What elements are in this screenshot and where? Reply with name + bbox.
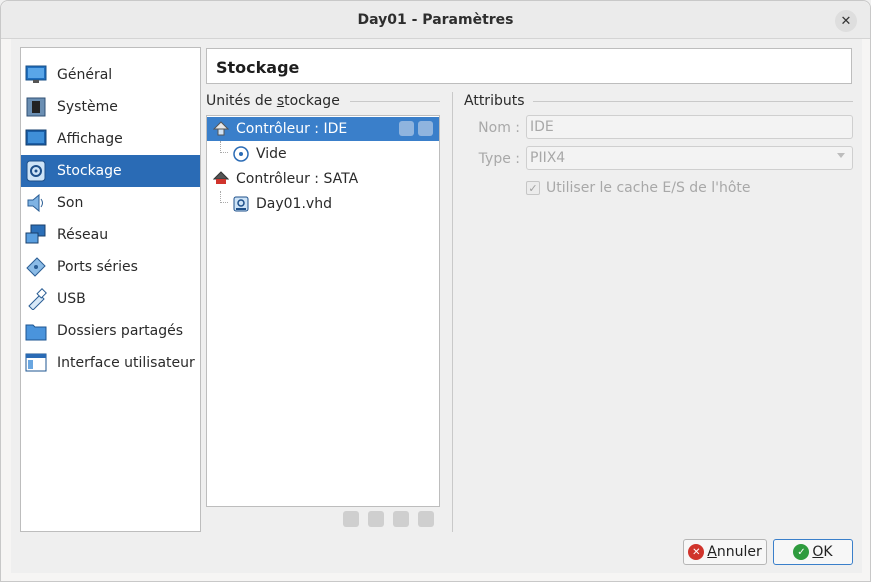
type-select[interactable]: PIIX4: [526, 146, 853, 170]
sidebar-item-label: Son: [57, 195, 84, 211]
network-icon: [25, 224, 47, 246]
tree-item-sata-controller[interactable]: Contrôleur : SATA: [207, 167, 439, 191]
cancel-icon: ✕: [688, 544, 705, 560]
settings-sidebar: Général Système Affichage Stockage Son R…: [20, 47, 201, 532]
attributes-label: Attributs: [464, 93, 525, 109]
speaker-icon: [25, 192, 47, 214]
host-io-cache-label: Utiliser le cache E/S de l'hôte: [546, 180, 751, 196]
storage-units-label-part: Unités de: [206, 93, 277, 109]
host-io-cache-checkbox[interactable]: ✓: [526, 181, 540, 195]
sidebar-item-shared-folders[interactable]: Dossiers partagés: [21, 315, 200, 347]
display-icon: [25, 128, 47, 150]
page-header: Stockage: [206, 48, 852, 84]
sata-controller-icon: [212, 170, 230, 188]
page-title: Stockage: [216, 58, 300, 77]
disk-icon: [25, 160, 47, 182]
name-value: IDE: [530, 119, 554, 135]
tree-item-label: Contrôleur : IDE: [236, 121, 348, 137]
optical-disc-icon: [232, 145, 250, 163]
sidebar-item-label: USB: [57, 291, 86, 307]
sidebar-item-label: Interface utilisateur: [57, 355, 195, 371]
sidebar-item-usb[interactable]: USB: [21, 283, 200, 315]
storage-tree-toolbar: [343, 511, 434, 527]
sidebar-item-general[interactable]: Général: [21, 59, 200, 91]
sidebar-item-display[interactable]: Affichage: [21, 123, 200, 155]
add-hard-disk-icon[interactable]: [418, 121, 433, 136]
sidebar-item-audio[interactable]: Son: [21, 187, 200, 219]
cancel-button[interactable]: ✕ Annuler: [683, 539, 767, 565]
dialog-content: Général Système Affichage Stockage Son R…: [11, 39, 862, 573]
tree-item-label: Vide: [256, 146, 287, 162]
cancel-button-mnemonic: A: [707, 544, 717, 560]
sidebar-item-serial-ports[interactable]: Ports séries: [21, 251, 200, 283]
add-attachment-icon[interactable]: [393, 511, 409, 527]
tree-item-label: Contrôleur : SATA: [236, 171, 359, 187]
storage-tree[interactable]: Contrôleur : IDE Vide Contrôleur : SATA: [206, 115, 440, 507]
cancel-button-label: nnuler: [716, 544, 762, 560]
sidebar-item-label: Affichage: [57, 131, 123, 147]
type-label: Type :: [478, 151, 520, 167]
ok-button-label: K: [823, 544, 833, 560]
remove-controller-icon[interactable]: [368, 511, 384, 527]
sidebar-item-system[interactable]: Système: [21, 91, 200, 123]
remove-attachment-icon[interactable]: [418, 511, 434, 527]
sidebar-item-label: Général: [57, 67, 113, 83]
tree-item-ide-controller[interactable]: Contrôleur : IDE: [207, 117, 439, 141]
chevron-down-icon: [837, 153, 845, 158]
tree-item-empty-drive[interactable]: Vide: [207, 142, 439, 166]
monitor-icon: [25, 64, 47, 86]
sidebar-item-label: Ports séries: [57, 259, 138, 275]
serial-port-icon: [25, 256, 47, 278]
panel-separator: [452, 92, 453, 532]
divider: [533, 101, 853, 102]
name-label: Nom :: [478, 120, 520, 136]
divider: [350, 101, 440, 102]
checkmark-icon: ✓: [793, 544, 810, 560]
chip-icon: [25, 96, 47, 118]
usb-icon: [25, 288, 47, 310]
controller-actions: [399, 121, 433, 136]
add-controller-icon[interactable]: [343, 511, 359, 527]
tree-item-hard-disk[interactable]: Day01.vhd: [207, 192, 439, 216]
folder-icon: [25, 320, 47, 342]
type-value: PIIX4: [530, 150, 566, 166]
name-field[interactable]: IDE: [526, 115, 853, 139]
sidebar-item-storage[interactable]: Stockage: [21, 155, 200, 187]
hard-disk-icon: [232, 195, 250, 213]
sidebar-item-label: Stockage: [57, 163, 122, 179]
storage-units-label-part: tockage: [284, 93, 340, 109]
tree-item-label: Day01.vhd: [256, 196, 332, 212]
ok-button[interactable]: ✓ OK: [773, 539, 853, 565]
ui-window-icon: [25, 352, 47, 374]
sidebar-item-label: Réseau: [57, 227, 109, 243]
host-io-cache-option[interactable]: ✓ Utiliser le cache E/S de l'hôte: [526, 180, 751, 196]
settings-window: Day01 - Paramètres ✕ Général Système Aff…: [0, 0, 871, 582]
storage-units-label: Unités de stockage: [206, 93, 340, 109]
close-icon: ✕: [840, 13, 852, 29]
close-button[interactable]: ✕: [835, 10, 857, 32]
ide-controller-icon: [212, 120, 230, 138]
sidebar-item-user-interface[interactable]: Interface utilisateur: [21, 347, 200, 379]
window-title: Day01 - Paramètres: [357, 12, 514, 28]
sidebar-item-label: Dossiers partagés: [57, 323, 184, 339]
add-optical-drive-icon[interactable]: [399, 121, 414, 136]
sidebar-item-network[interactable]: Réseau: [21, 219, 200, 251]
storage-units-label-mnemonic: s: [276, 93, 285, 109]
ok-button-mnemonic: O: [812, 544, 824, 560]
sidebar-item-label: Système: [57, 99, 118, 115]
title-bar: Day01 - Paramètres ✕: [1, 1, 870, 39]
